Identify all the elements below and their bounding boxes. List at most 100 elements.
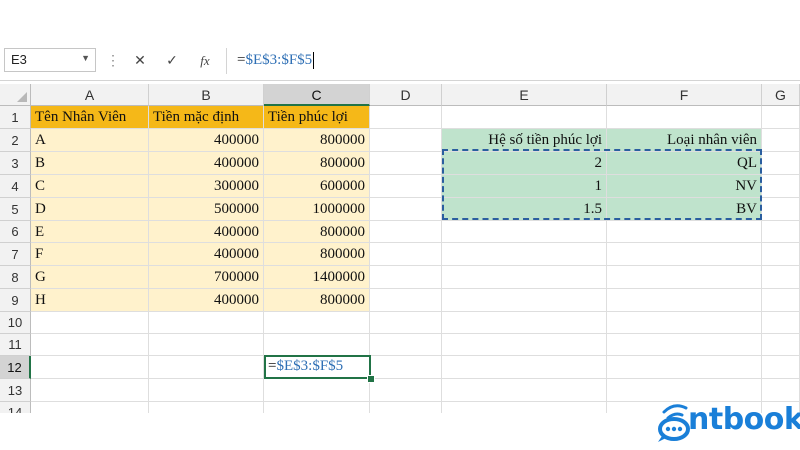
cell-b11[interactable]	[149, 334, 264, 356]
cell-c14[interactable]	[264, 402, 370, 413]
cell-e10[interactable]	[442, 312, 607, 334]
cell-f10[interactable]	[607, 312, 762, 334]
cell-g8[interactable]	[762, 266, 800, 289]
cell-e1[interactable]	[442, 106, 607, 129]
cell-c11[interactable]	[264, 334, 370, 356]
table-cell-b9[interactable]: 400000	[149, 289, 264, 312]
cell-e14[interactable]	[442, 402, 607, 413]
table-cell-c4[interactable]: 600000	[264, 175, 370, 198]
table-cell-c9[interactable]: 800000	[264, 289, 370, 312]
table-header-b[interactable]: Tiền mặc định	[149, 106, 264, 129]
table-cell-b3[interactable]: 400000	[149, 152, 264, 175]
row-header-6[interactable]: 6	[0, 221, 31, 243]
table-cell-a5[interactable]: D	[31, 198, 149, 221]
cell-a11[interactable]	[31, 334, 149, 356]
cell-a13[interactable]	[31, 379, 149, 402]
row-header-8[interactable]: 8	[0, 266, 31, 289]
lookup-cell-e4[interactable]: 1	[442, 175, 607, 198]
row-header-1[interactable]: 1	[0, 106, 31, 129]
cell-g1[interactable]	[762, 106, 800, 129]
insert-function-icon[interactable]: fx	[193, 50, 217, 72]
formula-input[interactable]: =$E$3:$F$5	[226, 48, 800, 74]
cell-d9[interactable]	[370, 289, 442, 312]
column-header-b[interactable]: B	[149, 84, 264, 106]
column-header-a[interactable]: A	[31, 84, 149, 106]
cell-d14[interactable]	[370, 402, 442, 413]
table-header-a[interactable]: Tên Nhân Viên	[31, 106, 149, 129]
row-header-12[interactable]: 12	[0, 356, 31, 379]
cell-e13[interactable]	[442, 379, 607, 402]
cell-d7[interactable]	[370, 243, 442, 266]
row-header-5[interactable]: 5	[0, 198, 31, 221]
table-cell-b6[interactable]: 400000	[149, 221, 264, 243]
cell-g7[interactable]	[762, 243, 800, 266]
cell-g12[interactable]	[762, 356, 800, 379]
lookup-cell-e5[interactable]: 1.5	[442, 198, 607, 221]
row-header-11[interactable]: 11	[0, 334, 31, 356]
cell-e8[interactable]	[442, 266, 607, 289]
cell-g9[interactable]	[762, 289, 800, 312]
row-header-4[interactable]: 4	[0, 175, 31, 198]
cell-f1[interactable]	[607, 106, 762, 129]
table-cell-b4[interactable]: 300000	[149, 175, 264, 198]
row-header-13[interactable]: 13	[0, 379, 31, 402]
cell-g3[interactable]	[762, 152, 800, 175]
cell-f7[interactable]	[607, 243, 762, 266]
cell-d10[interactable]	[370, 312, 442, 334]
cell-f8[interactable]	[607, 266, 762, 289]
table-cell-c5[interactable]: 1000000	[264, 198, 370, 221]
cell-a12[interactable]	[31, 356, 149, 379]
cell-e11[interactable]	[442, 334, 607, 356]
row-header-10[interactable]: 10	[0, 312, 31, 334]
fill-handle[interactable]	[367, 375, 375, 383]
worksheet-grid[interactable]: ABCDEFG 1 2 3 4 5 6 7 8 9 10 11 12 13 14 Tên Nhân Viê…	[0, 84, 800, 413]
cell-g6[interactable]	[762, 221, 800, 243]
lookup-cell-f3[interactable]: QL	[607, 152, 762, 175]
table-cell-c3[interactable]: 800000	[264, 152, 370, 175]
lookup-header-e[interactable]: Hệ số tiền phúc lợi	[442, 129, 607, 152]
table-cell-a6[interactable]: E	[31, 221, 149, 243]
cancel-icon[interactable]: ✕	[128, 50, 152, 72]
cell-b14[interactable]	[149, 402, 264, 413]
row-header-14[interactable]: 14	[0, 402, 31, 413]
cell-d12[interactable]	[370, 356, 442, 379]
table-cell-b2[interactable]: 400000	[149, 129, 264, 152]
cell-e6[interactable]	[442, 221, 607, 243]
chevron-down-icon[interactable]: ▼	[81, 53, 90, 63]
cell-g10[interactable]	[762, 312, 800, 334]
cell-g2[interactable]	[762, 129, 800, 152]
table-cell-c8[interactable]: 1400000	[264, 266, 370, 289]
cell-g13[interactable]	[762, 379, 800, 402]
cell-f6[interactable]	[607, 221, 762, 243]
table-cell-a8[interactable]: G	[31, 266, 149, 289]
table-cell-a3[interactable]: B	[31, 152, 149, 175]
table-cell-a7[interactable]: F	[31, 243, 149, 266]
row-header-2[interactable]: 2	[0, 129, 31, 152]
cell-a14[interactable]	[31, 402, 149, 413]
cell-f9[interactable]	[607, 289, 762, 312]
check-icon[interactable]: ✓	[160, 50, 184, 72]
cell-b13[interactable]	[149, 379, 264, 402]
active-cell-c12[interactable]: =$E$3:$F$5	[264, 355, 371, 379]
cell-f12[interactable]	[607, 356, 762, 379]
table-cell-a4[interactable]: C	[31, 175, 149, 198]
table-cell-a2[interactable]: A	[31, 129, 149, 152]
cell-b12[interactable]	[149, 356, 264, 379]
cell-c13[interactable]	[264, 379, 370, 402]
select-all-corner[interactable]	[0, 84, 31, 106]
cell-e12[interactable]	[442, 356, 607, 379]
table-cell-b8[interactable]: 700000	[149, 266, 264, 289]
cell-d13[interactable]	[370, 379, 442, 402]
name-box[interactable]: E3 ▼	[4, 48, 96, 72]
cell-f13[interactable]	[607, 379, 762, 402]
row-header-7[interactable]: 7	[0, 243, 31, 266]
cell-e7[interactable]	[442, 243, 607, 266]
cell-d2[interactable]	[370, 129, 442, 152]
cell-f11[interactable]	[607, 334, 762, 356]
column-header-f[interactable]: F	[607, 84, 762, 106]
cell-g4[interactable]	[762, 175, 800, 198]
cell-d1[interactable]	[370, 106, 442, 129]
column-header-g[interactable]: G	[762, 84, 800, 106]
column-header-c[interactable]: C	[264, 84, 370, 106]
cell-d8[interactable]	[370, 266, 442, 289]
